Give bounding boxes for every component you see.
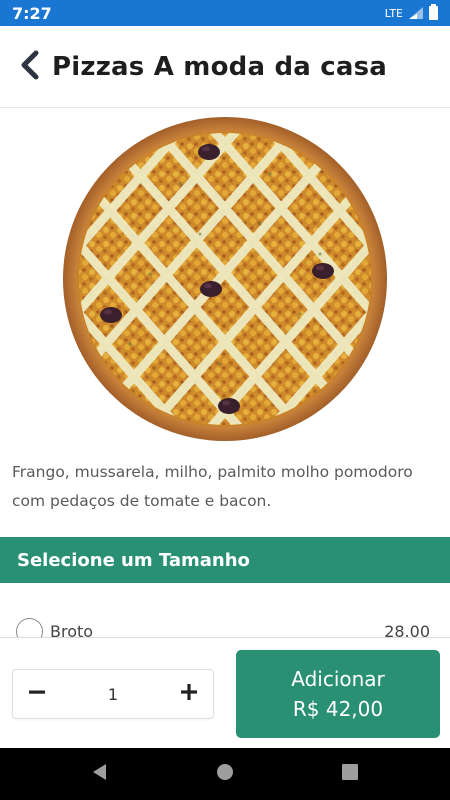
product-description: Frango, mussarela, milho, palmito molho … xyxy=(12,463,413,510)
nav-back-button[interactable] xyxy=(38,748,163,800)
size-section-header: Selecione um Tamanho xyxy=(0,537,450,583)
minus-icon xyxy=(29,684,45,704)
pizza-illustration xyxy=(63,117,387,441)
status-bar: 7:27 LTE xyxy=(0,0,450,26)
product-image xyxy=(0,108,450,450)
square-recents-icon xyxy=(342,764,358,784)
app-header: Pizzas A moda da casa xyxy=(0,26,450,108)
signal-icon xyxy=(409,7,423,19)
chevron-left-icon xyxy=(19,50,41,84)
size-section-title: Selecione um Tamanho xyxy=(17,549,250,571)
circle-home-icon xyxy=(216,763,234,785)
plus-icon xyxy=(181,684,197,704)
battery-icon xyxy=(429,4,438,20)
bottom-action-bar: 1 Adicionar R$ 42,00 xyxy=(0,637,450,748)
system-nav-bar xyxy=(0,748,450,800)
back-button[interactable] xyxy=(14,47,46,87)
nav-recents-button[interactable] xyxy=(288,748,413,800)
add-button-label: Adicionar xyxy=(291,667,385,691)
decrease-quantity-button[interactable] xyxy=(13,669,61,719)
triangle-back-icon xyxy=(91,763,109,785)
network-type: LTE xyxy=(384,6,403,20)
quantity-value: 1 xyxy=(107,684,119,704)
status-time: 7:27 xyxy=(12,3,52,23)
increase-quantity-button[interactable] xyxy=(165,669,213,719)
page-title: Pizzas A moda da casa xyxy=(52,51,388,82)
status-indicators: LTE xyxy=(384,4,438,20)
nav-home-button[interactable] xyxy=(163,748,288,800)
quantity-stepper: 1 xyxy=(12,669,214,719)
add-to-cart-button[interactable]: Adicionar R$ 42,00 xyxy=(236,650,440,738)
add-button-price: R$ 42,00 xyxy=(292,697,384,721)
